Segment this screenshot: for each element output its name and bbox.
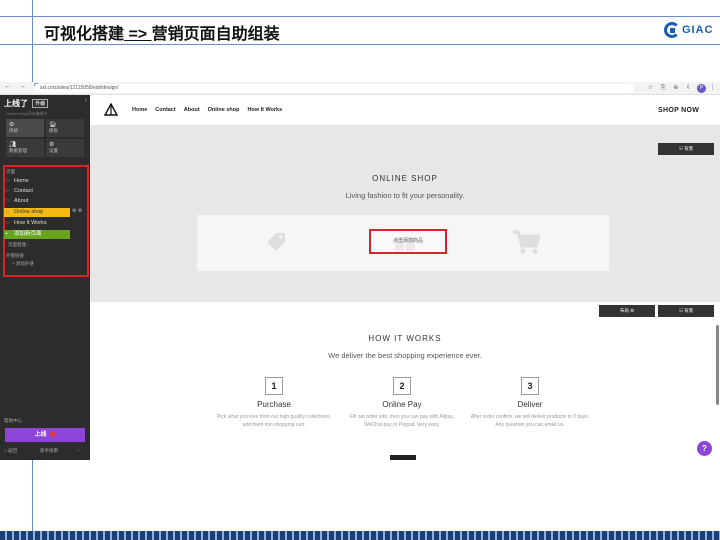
tool-template[interactable]: 🏠︎ 模板 [46, 119, 84, 137]
hero-subtitle: Living fashion to fit your personality. [345, 191, 465, 200]
giac-logo-text: GIAC [682, 24, 714, 36]
tool-style[interactable]: ⚙ 风格 [6, 119, 44, 137]
step-number: 1 [265, 377, 283, 395]
tool-label: 数据管理 [9, 148, 27, 153]
step-deliver: 3 Deliver After order confirm, we will d… [470, 377, 590, 429]
hero-section: ☷ 背景 ONLINE SHOP Living fashion to fit y… [90, 125, 720, 302]
address-url: sxl.cn/s/sites/12115058/edit/design/ [40, 85, 119, 91]
tool-label: 设置 [49, 148, 58, 153]
editor-subtitle: Online shop网站编辑中 [6, 111, 48, 116]
editor-brand: 上线了 升级 [4, 98, 49, 109]
pages-section-label: 页面 [6, 169, 15, 174]
section-layout-button[interactable]: 布局 ⚙ [599, 305, 655, 317]
page-item-settings-icons[interactable]: ⚙ ⚙ [72, 208, 82, 214]
more-icon[interactable]: ··· [76, 448, 81, 453]
collapse-sidebar-icon[interactable]: ‹ [85, 97, 87, 104]
how-it-works-title: HOW IT WORKS [368, 334, 442, 343]
add-product-button[interactable]: 点击添加商品 [369, 229, 447, 254]
step-description: After order confirm, we will deliver pro… [470, 414, 590, 428]
site-nav-home[interactable]: Home [132, 107, 147, 113]
slide-bottom-band [0, 531, 720, 540]
slide-title-left: 可视化搭建 [44, 26, 125, 43]
editor-tool-grid: ⚙ 风格 🏠︎ 模板 👥︎ 数据管理 ⚙ 设置 [6, 119, 84, 157]
price-tag-icon [267, 233, 285, 251]
page-item-online-shop[interactable]: Online shop [4, 208, 70, 217]
how-it-works-subtitle: We deliver the best shopping experience … [328, 351, 482, 360]
page-manage-link[interactable]: 页面管理 › [8, 242, 29, 248]
add-external-link[interactable]: + 添加外链 [12, 261, 34, 267]
site-preview: Home Contact About Online shop How It Wo… [90, 95, 720, 460]
shopping-cart-icon [513, 230, 541, 254]
help-button[interactable]: ? [697, 441, 712, 456]
tool-settings[interactable]: ⚙ 设置 [46, 139, 84, 157]
users-icon: 👥︎ [9, 142, 17, 148]
step-description: Pick what you love from our high quality… [216, 414, 332, 428]
section-background-button[interactable]: ☷ 背景 [658, 305, 714, 317]
guide-link[interactable]: 新手指南 [40, 448, 58, 454]
shop-now-link[interactable]: SHOP NOW [658, 107, 699, 114]
step-purchase: 1 Purchase Pick what you love from our h… [214, 377, 334, 429]
gear-icon: ⚙ [49, 142, 55, 148]
tool-label: 风格 [9, 128, 18, 133]
site-nav: Home Contact About Online shop How It Wo… [132, 107, 282, 113]
profile-avatar[interactable]: P [697, 84, 706, 93]
help-center-link[interactable]: 帮助中心 [4, 418, 22, 424]
page-item-how-it-works[interactable]: How It Works [4, 219, 70, 228]
notification-dot [49, 431, 56, 438]
browser-toolbar: ← → C sxl.cn/s/sites/12115058/edit/desig… [0, 82, 720, 95]
page-item-contact[interactable]: Contact [4, 187, 70, 196]
upgrade-tag[interactable]: 升级 [32, 99, 49, 109]
browser-extension-icons[interactable]: ☆ ⎘ ⊕ ⇩ [648, 84, 694, 92]
step-number: 3 [521, 377, 539, 395]
address-bar[interactable]: sxl.cn/s/sites/12115058/edit/design/ [34, 84, 634, 93]
step-online-pay: 2 Online Pay Fill out order info, then y… [342, 377, 462, 429]
step-title: Purchase [257, 400, 291, 409]
step-title: Online Pay [382, 400, 422, 409]
guide-line-header [0, 44, 720, 45]
tool-label: 模板 [49, 128, 58, 133]
publish-label: 上线 [34, 432, 47, 438]
hero-title: ONLINE SHOP [372, 174, 438, 183]
site-nav-online-shop[interactable]: Online shop [208, 107, 240, 113]
slide-title-arrow: => [124, 26, 152, 43]
step-title: Deliver [517, 400, 543, 409]
external-links-label: 外部链接 [6, 253, 24, 258]
page-item-home[interactable]: Home [4, 177, 70, 186]
step-description: Fill out order info, then you can pay wi… [349, 414, 455, 428]
bottom-section-chip [390, 455, 416, 460]
giac-logo: GIAC [664, 22, 714, 38]
product-placeholder-card: 点击添加商品 [197, 215, 609, 271]
back-link[interactable]: ⌂ 返回 [4, 448, 17, 454]
browser-window: ← → C sxl.cn/s/sites/12115058/edit/desig… [0, 82, 720, 460]
site-nav-how-it-works[interactable]: How It Works [247, 107, 282, 113]
page-item-about[interactable]: About [4, 197, 70, 206]
hero-background-button[interactable]: ☷ 背景 [658, 143, 714, 155]
palette-icon: ⚙ [9, 122, 15, 128]
slide-title-right: 营销页面自助组装 [151, 26, 280, 43]
editor-sidebar: 上线了 升级 ‹ Online shop网站编辑中 ⚙ 风格 🏠︎ 模板 👥︎ … [0, 95, 90, 460]
site-nav-contact[interactable]: Contact [155, 107, 175, 113]
slide-title: 可视化搭建 => 营销页面自助组装 [44, 20, 280, 44]
browser-menu-icon[interactable]: ⋮ [709, 83, 716, 91]
site-logo-icon[interactable] [104, 103, 118, 117]
step-number: 2 [393, 377, 411, 395]
tool-data[interactable]: 👥︎ 数据管理 [6, 139, 44, 157]
publish-button[interactable]: 上线 [5, 428, 85, 442]
site-nav-about[interactable]: About [184, 107, 200, 113]
page-scrollbar[interactable] [716, 325, 719, 405]
editor-brand-name: 上线了 [4, 99, 28, 108]
add-page-button[interactable]: 添加新页面 [4, 230, 70, 239]
giac-logo-icon [664, 22, 680, 38]
template-icon: 🏠︎ [49, 122, 57, 128]
guide-line-top [0, 16, 720, 17]
